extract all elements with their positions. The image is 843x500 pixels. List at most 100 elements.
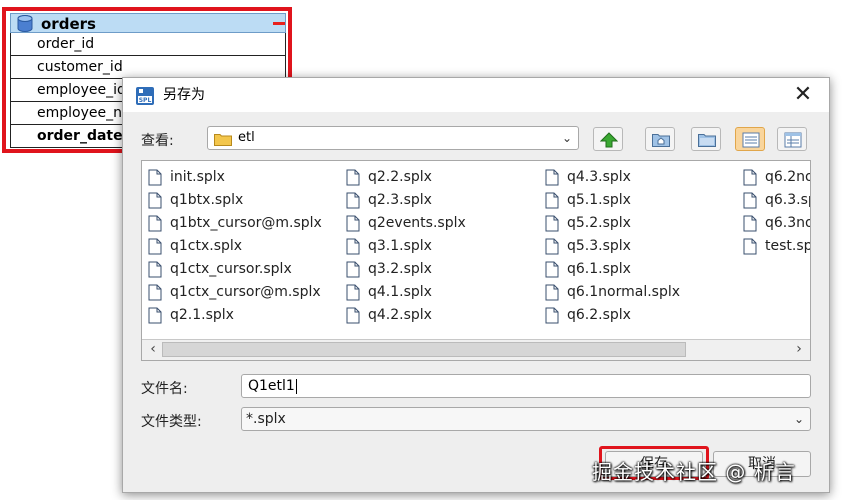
database-icon: [17, 15, 33, 32]
file-name: q6.1normal.splx: [567, 284, 681, 300]
file-icon: [545, 307, 559, 324]
file-icon: [545, 215, 559, 232]
file-list-item[interactable]: q2.2.splx: [340, 166, 466, 189]
watermark: 掘金技术社区 @ 析言: [592, 460, 796, 484]
horizontal-scrollbar[interactable]: ‹ ›: [142, 339, 810, 360]
file-list-item[interactable]: q6.1.splx: [539, 258, 680, 281]
file-icon: [148, 238, 162, 255]
chevron-down-icon: ⌄: [561, 131, 572, 145]
file-list-item[interactable]: q5.2.splx: [539, 212, 680, 235]
file-list-item[interactable]: q1ctx_cursor@m.splx: [142, 281, 322, 304]
look-in-label: 查看:: [141, 133, 174, 149]
file-icon: [743, 192, 757, 209]
file-icon: [346, 238, 360, 255]
file-icon: [545, 192, 559, 209]
file-name-value: Q1etl1: [248, 378, 295, 394]
table-title: orders: [41, 15, 96, 33]
file-icon: [346, 192, 360, 209]
file-name: q6.3normal.splx: [765, 215, 810, 231]
file-name-input[interactable]: Q1etl1: [241, 374, 811, 398]
file-name: q6.2.splx: [567, 307, 631, 323]
file-list-item[interactable]: init.splx: [142, 166, 322, 189]
file-name: q2.2.splx: [368, 169, 432, 185]
file-name: q2events.splx: [368, 215, 466, 231]
file-list-item[interactable]: q2.1.splx: [142, 304, 322, 327]
file-type-label: 文件类型:: [141, 414, 202, 430]
file-icon: [148, 169, 162, 186]
file-name: q1ctx_cursor.splx: [170, 261, 292, 277]
file-icon: [346, 307, 360, 324]
file-list-item[interactable]: q1ctx_cursor.splx: [142, 258, 322, 281]
file-list-item[interactable]: q4.1.splx: [340, 281, 466, 304]
file-name-label: 文件名:: [141, 381, 188, 397]
file-icon: [545, 169, 559, 186]
scrollbar-thumb[interactable]: [162, 342, 686, 357]
file-list-item[interactable]: q6.3normal.splx: [737, 212, 810, 235]
file-icon: [545, 261, 559, 278]
home-folder-button[interactable]: [645, 127, 675, 151]
file-list-item[interactable]: q2events.splx: [340, 212, 466, 235]
details-view-button[interactable]: [777, 127, 807, 151]
file-name: q1btx.splx: [170, 192, 244, 208]
file-name: q2.1.splx: [170, 307, 234, 323]
file-icon: [148, 284, 162, 301]
file-list-item[interactable]: q1btx_cursor@m.splx: [142, 212, 322, 235]
scroll-right-icon[interactable]: ›: [790, 340, 808, 359]
look-in-dropdown[interactable]: etl ⌄: [207, 126, 579, 150]
table-field-row[interactable]: order_id: [10, 33, 286, 56]
file-icon: [148, 215, 162, 232]
file-list-item[interactable]: q1ctx.splx: [142, 235, 322, 258]
file-list-item[interactable]: q4.3.splx: [539, 166, 680, 189]
save-as-dialog: SPL 另存为 ✕ 查看: etl ⌄ init.splx q1btx.splx…: [122, 77, 830, 493]
file-icon: [346, 215, 360, 232]
up-folder-button[interactable]: [593, 127, 623, 151]
file-icon: [148, 307, 162, 324]
collapse-icon[interactable]: [273, 22, 285, 25]
look-in-value: etl: [238, 130, 255, 145]
file-name: q3.2.splx: [368, 261, 432, 277]
table-header[interactable]: orders: [10, 13, 286, 33]
file-name: q5.2.splx: [567, 215, 631, 231]
file-icon: [743, 215, 757, 232]
file-list-item[interactable]: q1btx.splx: [142, 189, 322, 212]
file-icon: [346, 169, 360, 186]
file-icon: [743, 169, 757, 186]
file-list-item[interactable]: q4.2.splx: [340, 304, 466, 327]
svg-text:SPL: SPL: [139, 97, 152, 104]
file-name: test.splx: [765, 238, 810, 254]
file-name: q1ctx_cursor@m.splx: [170, 284, 321, 300]
file-name: q2.3.splx: [368, 192, 432, 208]
file-list-item[interactable]: q6.2.splx: [539, 304, 680, 327]
folder-icon: [214, 134, 232, 146]
dialog-titlebar[interactable]: SPL 另存为 ✕: [123, 78, 829, 112]
file-name: q1btx_cursor@m.splx: [170, 215, 322, 231]
file-list-item[interactable]: q5.3.splx: [539, 235, 680, 258]
text-caret: [295, 378, 297, 394]
file-name: q3.1.splx: [368, 238, 432, 254]
home-folder-icon: [652, 134, 670, 147]
dialog-title: 另存为: [163, 87, 205, 103]
file-icon: [545, 284, 559, 301]
file-name: q4.3.splx: [567, 169, 631, 185]
file-list-item[interactable]: test.splx: [737, 235, 810, 258]
scroll-left-icon[interactable]: ‹: [144, 340, 162, 359]
file-icon: [743, 238, 757, 255]
file-list-item[interactable]: q3.2.splx: [340, 258, 466, 281]
file-list[interactable]: init.splx q1btx.splx q1btx_cursor@m.splx q1…: [141, 160, 811, 361]
file-list-item[interactable]: q3.1.splx: [340, 235, 466, 258]
table-field-row[interactable]: customer_id: [10, 56, 286, 79]
up-arrow-icon: [600, 132, 618, 148]
file-icon: [545, 238, 559, 255]
file-list-item[interactable]: q6.2normal.splx: [737, 166, 810, 189]
file-list-item[interactable]: q2.3.splx: [340, 189, 466, 212]
close-icon[interactable]: ✕: [791, 84, 815, 106]
list-view-button[interactable]: [735, 127, 765, 151]
file-icon: [346, 284, 360, 301]
file-type-dropdown[interactable]: *.splx ⌄: [241, 407, 811, 431]
file-list-item[interactable]: q6.1normal.splx: [539, 281, 680, 304]
chevron-down-icon: ⌄: [793, 412, 804, 426]
file-list-item[interactable]: q5.1.splx: [539, 189, 680, 212]
new-folder-button[interactable]: [691, 127, 721, 151]
details-view-icon: [784, 132, 802, 148]
file-list-item[interactable]: q6.3.splx: [737, 189, 810, 212]
